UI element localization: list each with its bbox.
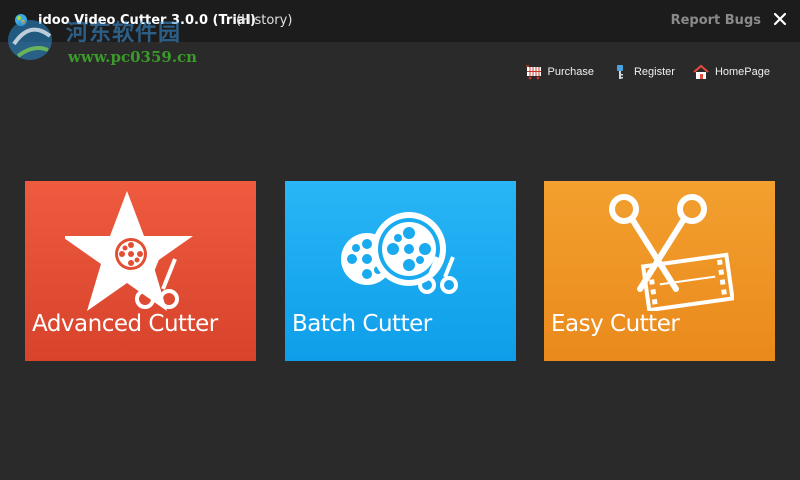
homepage-label: HomePage	[714, 66, 770, 78]
top-links: Purchase Register HomePage	[508, 63, 770, 81]
home-icon	[693, 64, 709, 79]
easy-cutter-label: Easy Cutter	[551, 311, 680, 337]
key-icon	[616, 65, 623, 79]
advanced-cutter-label: Advanced Cutter	[32, 311, 218, 337]
close-icon[interactable]	[772, 11, 788, 27]
register-link[interactable]: Register	[612, 64, 675, 80]
app-logo-icon	[15, 14, 27, 26]
easy-cutter-tile[interactable]: Easy Cutter	[544, 181, 775, 361]
purchase-link[interactable]: Purchase	[525, 64, 594, 80]
report-bugs-link[interactable]: Report Bugs	[671, 13, 761, 28]
purchase-label: Purchase	[547, 66, 594, 78]
scissors-film-icon	[609, 194, 734, 311]
title-bar: idoo Video Cutter 3.0.0 (Trial) (History…	[0, 0, 800, 42]
star-film-scissors-icon	[65, 191, 193, 311]
film-reels-scissors-icon	[341, 212, 458, 294]
watermark-url: www.pc0359.cn	[68, 48, 198, 66]
batch-cutter-tile[interactable]: Batch Cutter	[285, 181, 516, 361]
history-link[interactable]: (History)	[236, 13, 292, 28]
cart-icon	[525, 65, 541, 80]
batch-cutter-label: Batch Cutter	[292, 311, 432, 337]
register-label: Register	[633, 66, 675, 78]
homepage-link[interactable]: HomePage	[693, 64, 770, 80]
window-title: idoo Video Cutter 3.0.0 (Trial)	[38, 13, 256, 28]
advanced-cutter-tile[interactable]: Advanced Cutter	[25, 181, 256, 361]
